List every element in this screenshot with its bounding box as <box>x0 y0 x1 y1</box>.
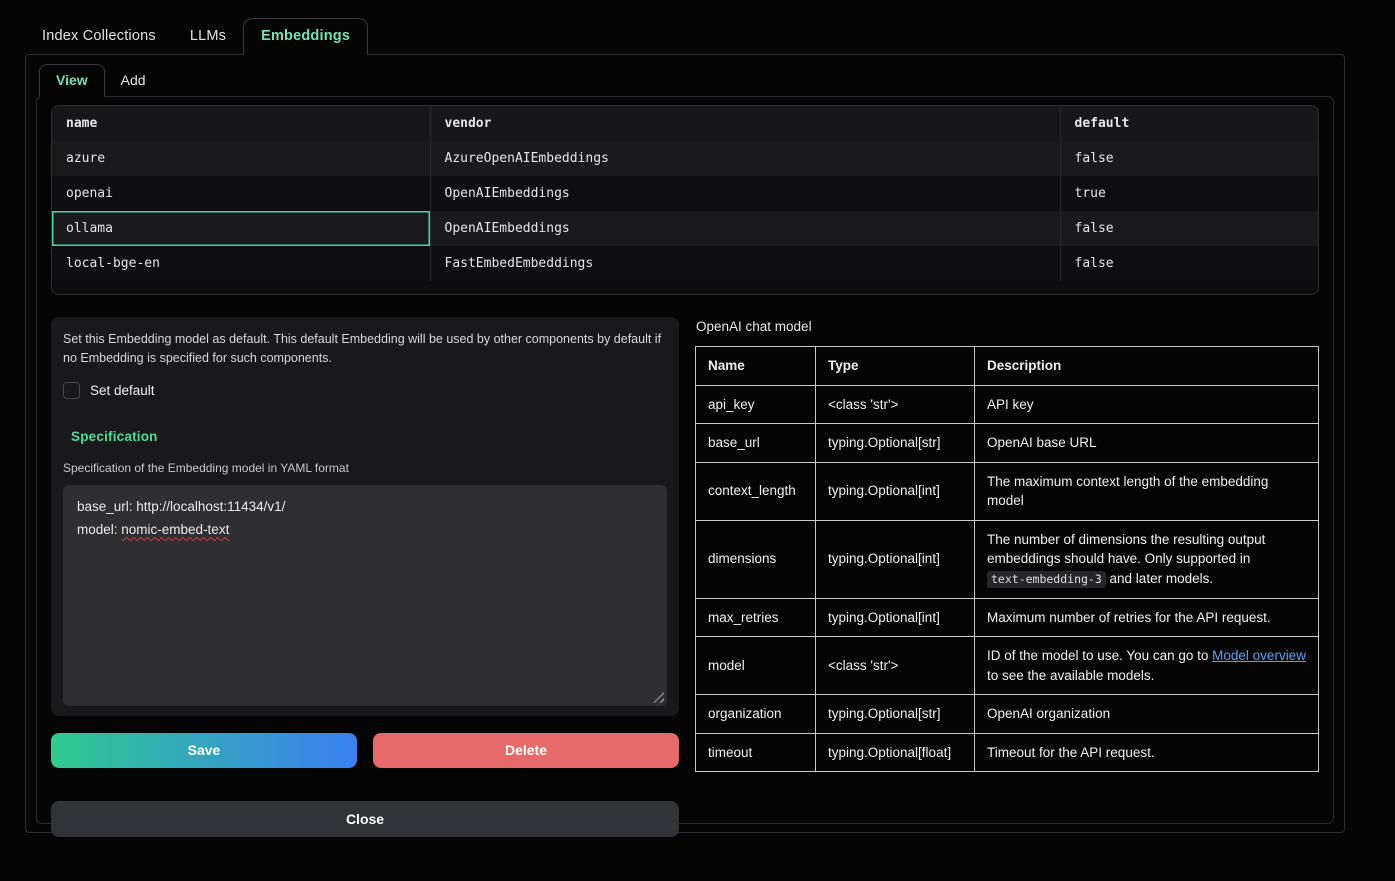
yaml-spec-editor[interactable]: base_url: http://localhost:11434/v1/ mod… <box>63 485 667 706</box>
cell-name[interactable]: local-bge-en <box>52 246 430 281</box>
doc-row-api-key: api_key <class 'str'> API key <box>696 385 1319 424</box>
doc-param-type: typing.Optional[str] <box>816 424 975 463</box>
cell-default[interactable]: false <box>1060 211 1318 246</box>
cell-default[interactable]: true <box>1060 176 1318 211</box>
model-doc-table: Name Type Description api_key <class 'st… <box>695 346 1319 772</box>
doc-param-name: organization <box>696 695 816 734</box>
save-button[interactable]: Save <box>51 733 357 768</box>
tab-add[interactable]: Add <box>105 65 162 96</box>
doc-param-desc: ID of the model to use. You can go to Mo… <box>975 637 1319 695</box>
col-header-name: name <box>52 106 430 141</box>
table-row-ollama-selected[interactable]: ollama OpenAIEmbeddings false <box>52 211 1318 246</box>
doc-param-type: <class 'str'> <box>816 385 975 424</box>
doc-param-desc: Timeout for the API request. <box>975 733 1319 772</box>
doc-param-name: api_key <box>696 385 816 424</box>
embeddings-table: name vendor default azure AzureOpenAIEmb… <box>52 106 1318 281</box>
doc-param-name: max_retries <box>696 598 816 637</box>
doc-param-name: dimensions <box>696 520 816 598</box>
action-button-row: Save Delete <box>51 733 679 768</box>
close-button[interactable]: Close <box>51 801 679 837</box>
set-default-row: Set default <box>63 382 667 399</box>
doc-row-context-length: context_length typing.Optional[int] The … <box>696 462 1319 520</box>
doc-column: OpenAI chat model Name Type Description … <box>695 317 1319 837</box>
main-tab-bar: Index Collections LLMs Embeddings <box>0 0 1395 54</box>
edit-card: Set this Embedding model as default. Thi… <box>51 317 679 716</box>
col-header-vendor: vendor <box>430 106 1060 141</box>
doc-col-description: Description <box>975 347 1319 386</box>
cell-default[interactable]: false <box>1060 246 1318 281</box>
edit-column: Set this Embedding model as default. Thi… <box>51 317 679 837</box>
doc-title: OpenAI chat model <box>696 319 1319 334</box>
code-chip: text-embedding-3 <box>987 571 1106 588</box>
doc-param-desc: The number of dimensions the resulting o… <box>975 520 1319 598</box>
sub-tab-bar: View Add <box>36 62 1334 96</box>
embeddings-tab-panel: View Add name vendor default azure Azure… <box>25 54 1345 833</box>
specification-heading: Specification <box>71 429 667 444</box>
doc-param-type: typing.Optional[str] <box>816 695 975 734</box>
embeddings-table-container: name vendor default azure AzureOpenAIEmb… <box>51 105 1319 295</box>
tab-view[interactable]: View <box>39 64 105 97</box>
doc-param-type: <class 'str'> <box>816 637 975 695</box>
model-overview-link[interactable]: Model overview <box>1212 648 1306 663</box>
doc-param-name: context_length <box>696 462 816 520</box>
doc-param-name: timeout <box>696 733 816 772</box>
delete-button[interactable]: Delete <box>373 733 679 768</box>
doc-param-desc: The maximum context length of the embedd… <box>975 462 1319 520</box>
doc-param-type: typing.Optional[float] <box>816 733 975 772</box>
col-header-default: default <box>1060 106 1318 141</box>
yaml-line-2: model: nomic-embed-text <box>77 519 653 542</box>
cell-default[interactable]: false <box>1060 141 1318 176</box>
doc-col-name: Name <box>696 347 816 386</box>
view-tab-panel: name vendor default azure AzureOpenAIEmb… <box>36 96 1334 824</box>
doc-row-model: model <class 'str'> ID of the model to u… <box>696 637 1319 695</box>
tab-embeddings[interactable]: Embeddings <box>243 18 368 55</box>
set-default-checkbox[interactable] <box>63 382 80 399</box>
table-header-row: name vendor default <box>52 106 1318 141</box>
default-description: Set this Embedding model as default. Thi… <box>63 330 663 369</box>
doc-col-type: Type <box>816 347 975 386</box>
cell-vendor[interactable]: OpenAIEmbeddings <box>430 176 1060 211</box>
tab-llms[interactable]: LLMs <box>173 19 243 54</box>
cell-name[interactable]: azure <box>52 141 430 176</box>
doc-row-max-retries: max_retries typing.Optional[int] Maximum… <box>696 598 1319 637</box>
cell-vendor[interactable]: AzureOpenAIEmbeddings <box>430 141 1060 176</box>
tab-index-collections[interactable]: Index Collections <box>25 19 173 54</box>
doc-param-name: base_url <box>696 424 816 463</box>
doc-param-desc: API key <box>975 385 1319 424</box>
doc-row-base-url: base_url typing.Optional[str] OpenAI bas… <box>696 424 1319 463</box>
cell-vendor[interactable]: FastEmbedEmbeddings <box>430 246 1060 281</box>
doc-param-desc: OpenAI base URL <box>975 424 1319 463</box>
cell-name[interactable]: openai <box>52 176 430 211</box>
cell-name-selected[interactable]: ollama <box>52 211 430 246</box>
doc-param-name: model <box>696 637 816 695</box>
specification-sublabel: Specification of the Embedding model in … <box>63 461 667 475</box>
yaml-line-1: base_url: http://localhost:11434/v1/ <box>77 496 653 519</box>
doc-param-type: typing.Optional[int] <box>816 520 975 598</box>
doc-param-desc: OpenAI organization <box>975 695 1319 734</box>
set-default-label[interactable]: Set default <box>90 383 155 398</box>
doc-header-row: Name Type Description <box>696 347 1319 386</box>
misspelled-word: nomic-embed-text <box>121 522 229 537</box>
table-row-azure[interactable]: azure AzureOpenAIEmbeddings false <box>52 141 1318 176</box>
doc-param-type: typing.Optional[int] <box>816 462 975 520</box>
cell-vendor[interactable]: OpenAIEmbeddings <box>430 211 1060 246</box>
doc-row-timeout: timeout typing.Optional[float] Timeout f… <box>696 733 1319 772</box>
doc-row-organization: organization typing.Optional[str] OpenAI… <box>696 695 1319 734</box>
doc-row-dimensions: dimensions typing.Optional[int] The numb… <box>696 520 1319 598</box>
doc-param-desc: Maximum number of retries for the API re… <box>975 598 1319 637</box>
table-row-openai[interactable]: openai OpenAIEmbeddings true <box>52 176 1318 211</box>
table-row-local-bge-en[interactable]: local-bge-en FastEmbedEmbeddings false <box>52 246 1318 281</box>
doc-param-type: typing.Optional[int] <box>816 598 975 637</box>
